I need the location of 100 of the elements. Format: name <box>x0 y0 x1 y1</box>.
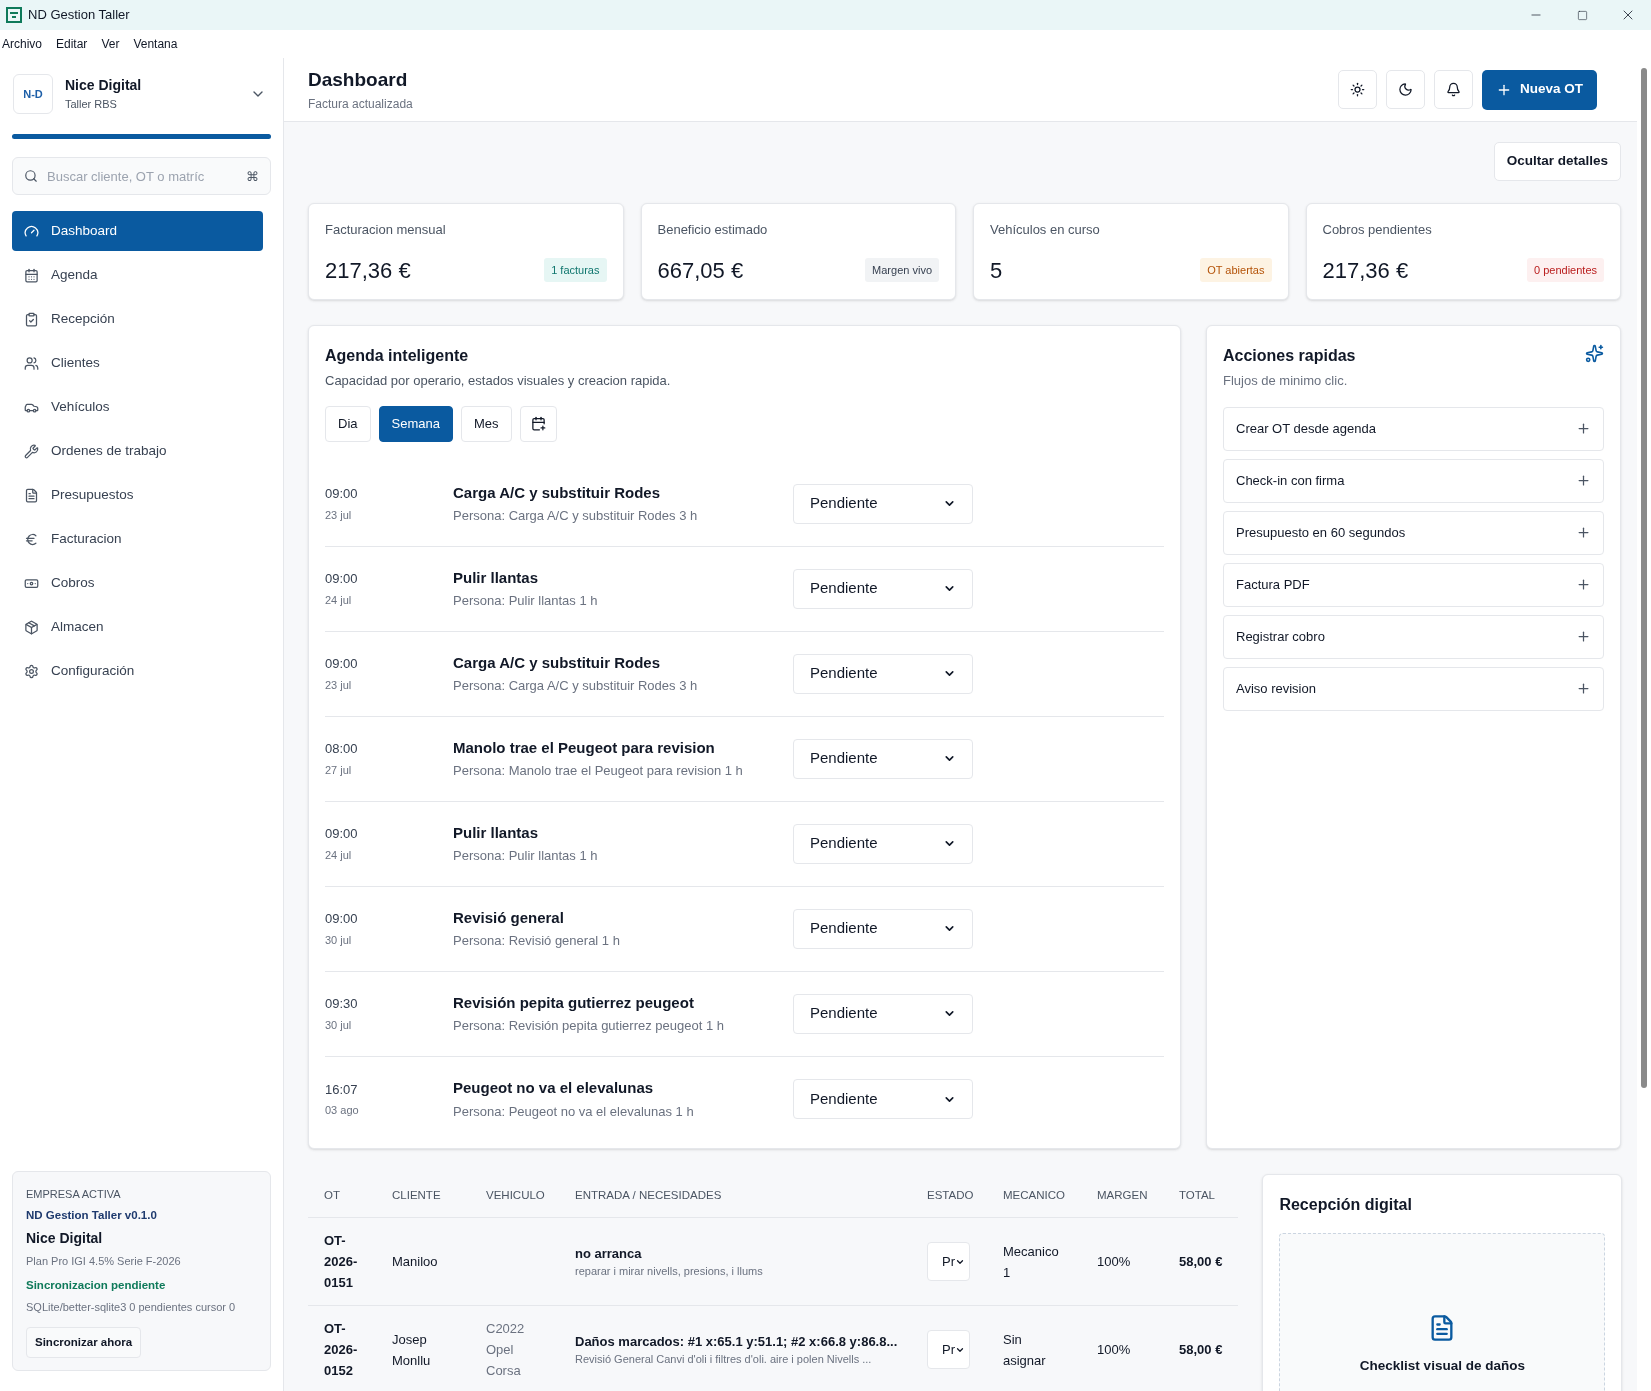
status-select[interactable]: Pendiente <box>793 568 973 609</box>
quick-action-button[interactable]: Factura PDF <box>1223 562 1604 607</box>
order-number: OT-2026-0151 <box>324 1232 359 1292</box>
page-subtitle: Factura actualizada <box>308 95 413 113</box>
event-detail: Persona: Carga A/C y substituir Rodes 3 h <box>453 677 699 695</box>
kpi-badge: 1 facturas <box>544 257 607 283</box>
clipboard-check-icon <box>24 311 39 327</box>
panel-title: Agenda inteligente <box>325 346 470 366</box>
nav-item[interactable]: Agenda <box>12 255 263 295</box>
need-title: no arranca <box>575 1244 643 1263</box>
notifications-button[interactable] <box>1433 70 1473 109</box>
quick-action-button[interactable]: Crear OT desde agenda <box>1223 406 1604 451</box>
maximize-icon <box>1576 9 1588 21</box>
menu-item[interactable]: Editar <box>56 35 88 53</box>
event-title: Pulir llantas <box>453 822 540 843</box>
kpi-label: Facturacion mensual <box>325 221 447 239</box>
column-header: MECANICO <box>1003 1187 1066 1203</box>
nav-item[interactable]: Recepción <box>12 299 263 339</box>
nav-item[interactable]: Ordenes de trabajo <box>12 431 263 471</box>
checklist-title: Checklist visual de daños <box>1359 1357 1525 1375</box>
kpi-value: 217,36 € <box>325 256 411 285</box>
view-tab[interactable]: Mes <box>460 405 512 442</box>
document-icon <box>24 487 39 503</box>
company-subtitle: Taller RBS <box>65 97 118 113</box>
client-name: Josep Monllu <box>392 1330 432 1370</box>
app-version: ND Gestion Taller v0.1.0 <box>26 1207 158 1223</box>
status-select[interactable]: Pendiente <box>793 908 973 949</box>
status-select[interactable]: Pr <box>927 1330 970 1369</box>
quick-action-button[interactable]: Registrar cobro <box>1223 614 1604 659</box>
sun-icon <box>1349 82 1365 97</box>
view-tab[interactable]: Dia <box>325 405 371 442</box>
mechanic-name: Mecanico 1 <box>1003 1242 1060 1282</box>
status-select[interactable]: Pendiente <box>793 993 973 1034</box>
kpi-label: Vehículos en curso <box>990 221 1101 239</box>
menu-item[interactable]: Ver <box>101 35 120 53</box>
need-detail: reparar i mirar nivells, presions, i llums <box>575 1264 764 1279</box>
order-number: OT-2026-0152 <box>324 1320 359 1380</box>
event-detail: Persona: Pulir llantas 1 h <box>453 592 599 610</box>
light-mode-button[interactable] <box>1337 70 1377 109</box>
kpi-value: 667,05 € <box>657 256 744 285</box>
nav-item[interactable]: Dashboard <box>12 211 263 251</box>
event-date: 23 jul <box>325 677 353 693</box>
panel-title: Acciones rapidas <box>1223 346 1356 366</box>
hide-details-button[interactable]: Ocultar detalles <box>1493 142 1621 181</box>
event-detail: Persona: Manolo trae el Peugeot para revision 1 h <box>453 762 744 780</box>
event-time: 09:00 <box>325 570 359 588</box>
sync-button[interactable]: Sincronizar ahora <box>26 1327 142 1358</box>
app-icon <box>6 7 22 23</box>
nav-item[interactable]: Clientes <box>12 343 263 383</box>
checklist-dropzone[interactable]: Checklist visual de daños <box>1279 1233 1606 1391</box>
sync-status: Sincronizacion pendiente <box>26 1278 167 1294</box>
status-select[interactable]: Pendiente <box>793 1079 973 1119</box>
new-order-button[interactable]: Nueva OT <box>1481 69 1597 110</box>
menu-item[interactable]: Ventana <box>133 35 178 53</box>
event-time: 09:00 <box>325 655 359 673</box>
vehicle-name: C2022 Opel Corsa <box>486 1320 526 1380</box>
kpi-badge: OT abiertas <box>1200 257 1272 283</box>
margin-value: 100% <box>1097 1340 1132 1359</box>
status-select[interactable]: Pendiente <box>793 738 973 779</box>
column-header: VEHICULO <box>486 1187 546 1203</box>
status-select[interactable]: Pendiente <box>793 653 973 694</box>
event-time: 09:00 <box>325 485 359 503</box>
panel-subtitle: Flujos de minimo clic. <box>1223 372 1349 390</box>
nav-item[interactable]: Facturacion <box>12 519 263 559</box>
nav-item[interactable]: Configuración <box>12 651 263 691</box>
quick-action-button[interactable]: Check-in con firma <box>1223 458 1604 503</box>
status-select[interactable]: Pendiente <box>793 823 973 864</box>
need-title: Daños marcados: #1 x:65.1 y:51.1; #2 x:66.8 y:86.8... <box>575 1332 899 1351</box>
calendar-plus-icon <box>530 416 546 431</box>
kpi-value: 217,36 € <box>1322 256 1409 285</box>
view-tab[interactable]: Semana <box>378 405 453 442</box>
column-header: ESTADO <box>927 1187 975 1203</box>
nav-item[interactable]: Vehículos <box>12 387 263 427</box>
quick-action-button[interactable]: Aviso revision <box>1223 666 1604 711</box>
total-value: 58,00 € <box>1179 1252 1223 1271</box>
add-event-button[interactable] <box>519 405 557 442</box>
menu-item[interactable]: Archivo <box>2 35 42 53</box>
plus-icon <box>1576 525 1591 540</box>
moon-icon <box>1397 82 1413 97</box>
column-header: ENTRADA / NECESIDADES <box>575 1187 723 1203</box>
margin-value: 100% <box>1097 1252 1132 1271</box>
plan-text: Plan Pro IGI 4.5% Serie F-2026 <box>26 1253 182 1269</box>
event-detail: Persona: Carga A/C y substituir Rodes 3 h <box>453 507 699 525</box>
need-detail: Revisió General Canvi d'oli i filtres d'oli. aire i polen Nivells ... <box>575 1352 873 1367</box>
status-select[interactable]: Pr <box>927 1242 970 1281</box>
euro-icon <box>24 531 39 547</box>
dark-mode-button[interactable] <box>1385 70 1425 109</box>
nav-item[interactable]: Cobros <box>12 563 263 603</box>
column-header: MARGEN <box>1097 1187 1149 1203</box>
status-select[interactable]: Pendiente <box>793 483 973 524</box>
event-date: 30 jul <box>325 1017 353 1033</box>
kpi-badge: Margen vivo <box>865 257 939 283</box>
nav-item[interactable]: Presupuestos <box>12 475 263 515</box>
event-date: 27 jul <box>325 762 353 778</box>
plus-icon <box>1576 577 1591 592</box>
quick-action-button[interactable]: Presupuesto en 60 segundos <box>1223 510 1604 555</box>
column-header: TOTAL <box>1179 1187 1216 1203</box>
event-title: Peugeot no va el elevalunas <box>453 1078 655 1098</box>
company-logo: N-D <box>13 74 53 114</box>
nav-item[interactable]: Almacen <box>12 607 263 647</box>
